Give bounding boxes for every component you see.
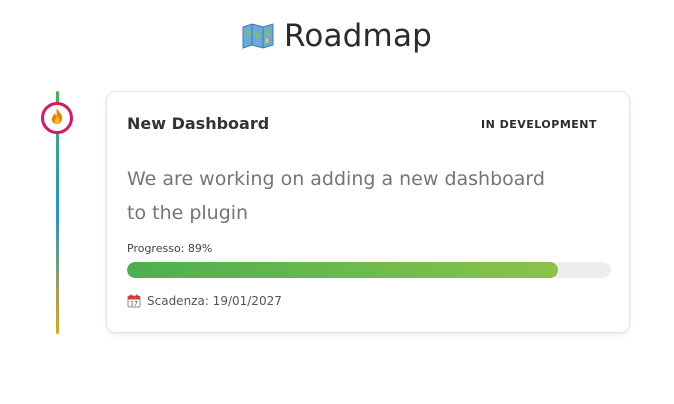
svg-text:17: 17	[130, 301, 138, 308]
roadmap-page: Roadmap New Dashboard IN DEVELOPMENT We …	[0, 0, 674, 404]
progress-bar	[127, 262, 611, 278]
progress-fill	[127, 262, 558, 278]
card-description: We are working on adding a new dashboard…	[127, 168, 545, 224]
progress-label: Progresso: 89%	[127, 242, 213, 255]
map-icon	[242, 23, 274, 49]
due-date-label: Scadenza: 19/01/2027	[147, 294, 282, 308]
header: Roadmap	[0, 14, 674, 58]
due-date-row: 17 Scadenza: 19/01/2027	[127, 294, 282, 308]
page-title: Roadmap	[283, 18, 433, 54]
calendar-icon: 17	[127, 294, 141, 308]
card-title: New Dashboard	[127, 114, 270, 133]
timeline-node	[41, 102, 73, 134]
roadmap-card: New Dashboard IN DEVELOPMENT We are work…	[106, 91, 630, 333]
status-badge: IN DEVELOPMENT	[480, 118, 597, 131]
fire-icon	[49, 107, 65, 129]
